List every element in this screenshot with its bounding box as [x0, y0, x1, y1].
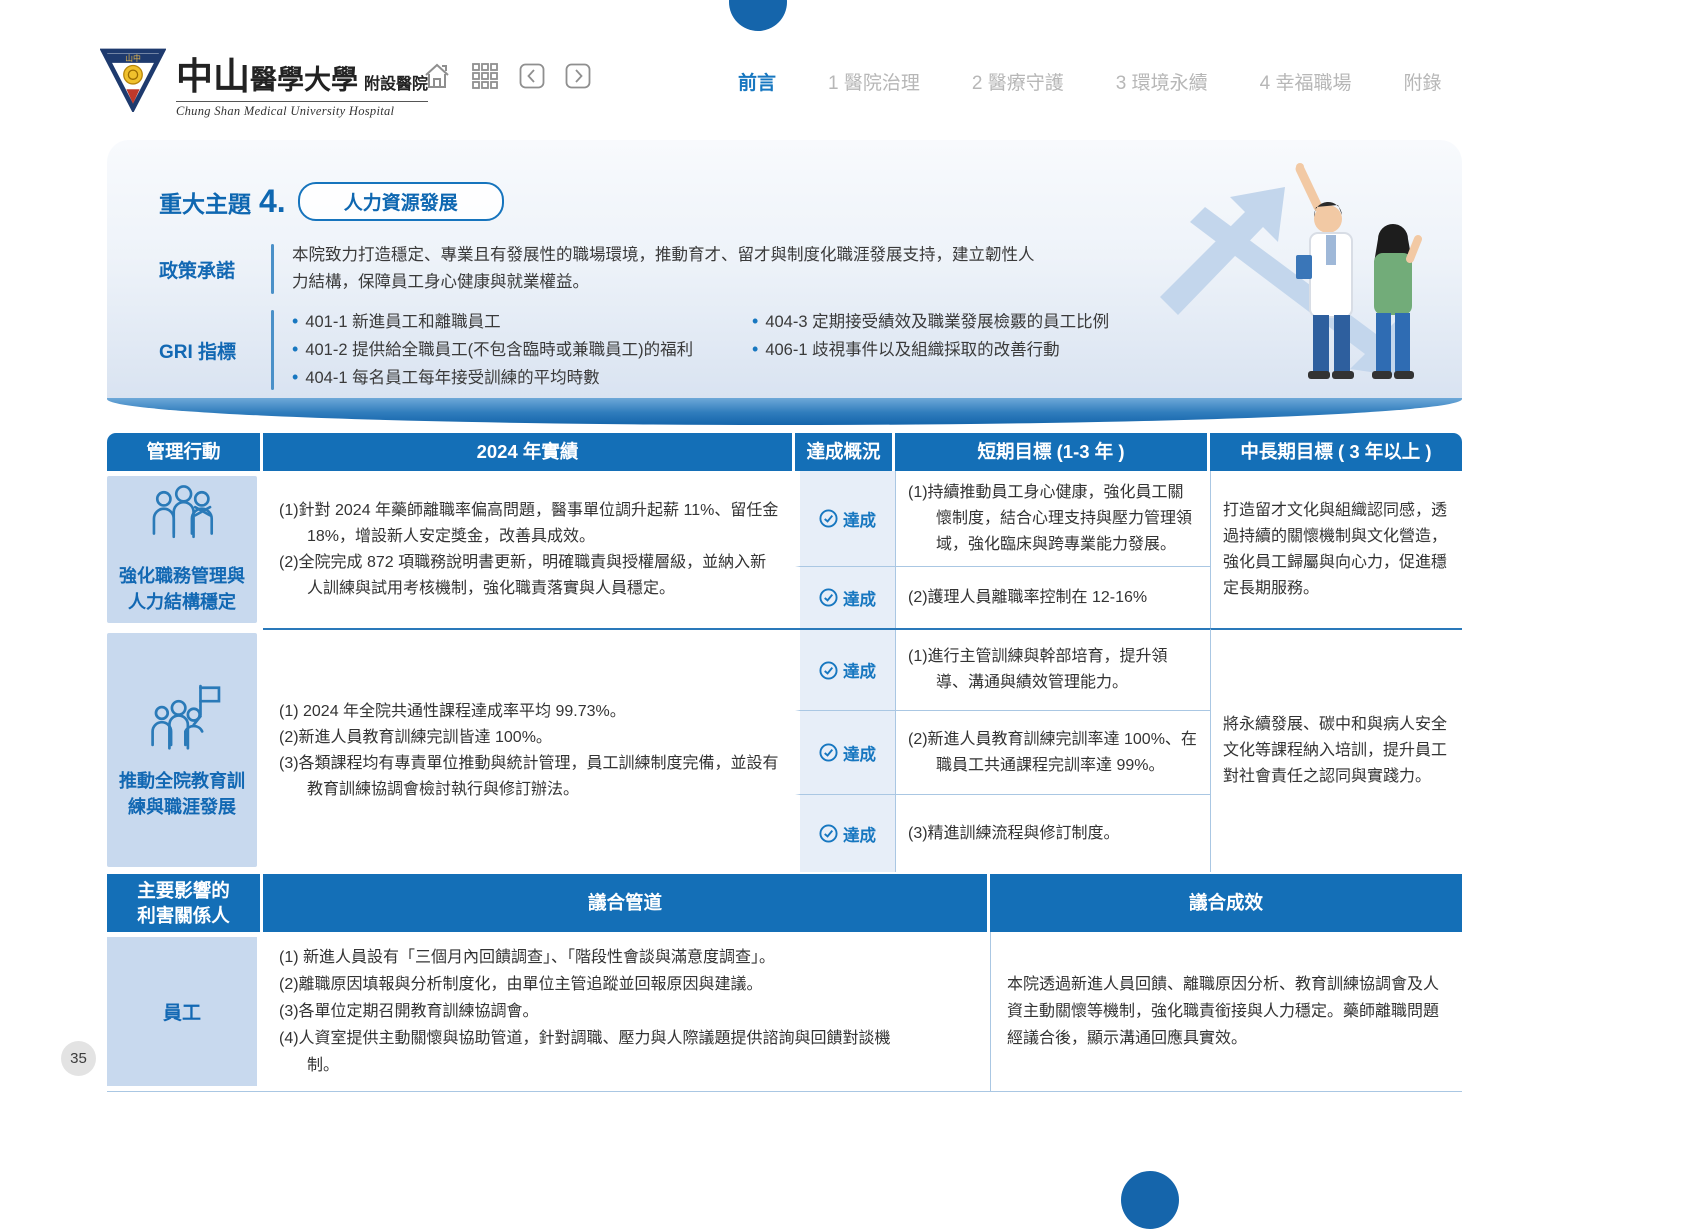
- hospital-logo: 山中 中山醫學大學附設醫院 Chung Shan Medical Univers…: [100, 46, 428, 119]
- divider: [271, 310, 274, 390]
- long-term-goal-cell: 將永續發展、碳中和與病人安全文化等課程納入培訓，提升員工對社會責任之認同與實踐力…: [1210, 628, 1462, 872]
- action-cell-training-development: 推動全院教育訓練與職涯發展: [107, 633, 257, 867]
- bullet-icon: •: [292, 311, 298, 331]
- people-group-icon: [140, 484, 224, 555]
- bullet-icon: •: [752, 339, 758, 359]
- topic-pill: 人力資源發展: [298, 182, 504, 221]
- short-term-goal-cell: (2)護理人員離職率控制在 12-16%: [895, 566, 1210, 628]
- nav-tab-appendix[interactable]: 附錄: [1403, 68, 1441, 95]
- short-term-goal-cell: (1)進行主管訓練與幹部培育，提升領導、溝通與績效管理能力。: [895, 630, 1210, 710]
- short-term-goal-cell: (3)精進訓練流程與修訂制度。: [895, 794, 1210, 872]
- home-icon[interactable]: [423, 62, 451, 95]
- table1-header-row: 管理行動 2024 年實績 達成概況 短期目標 (1-3 年 ) 中長期目標 (…: [107, 433, 1462, 471]
- bottom-edge-tab: [1121, 1171, 1179, 1229]
- table-row: 強化職務管理與人力結構穩定 (1)針對 2024 年藥師離職率偏高問題，醫事單位…: [107, 471, 1462, 628]
- achievements-cell: (1)針對 2024 年藥師離職率偏高問題，醫事單位調升起薪 11%、留任金 1…: [263, 471, 795, 628]
- col-header-stakeholders: 主要影響的 利害關係人: [107, 874, 263, 932]
- divider: [271, 244, 274, 294]
- management-action-table: 管理行動 2024 年實績 達成概況 短期目標 (1-3 年 ) 中長期目標 (…: [107, 433, 1462, 872]
- gri-item: •406-1 歧視事件以及組織採取的改善行動: [752, 336, 1172, 364]
- gri-item: •401-2 提供給全職員工(不包含臨時或兼職員工)的福利: [292, 336, 752, 364]
- action-label: 推動全院教育訓練與職涯發展: [107, 768, 257, 820]
- logo-english-name: Chung Shan Medical University Hospital: [176, 101, 428, 119]
- chevron-left-icon[interactable]: [519, 63, 545, 94]
- table-row: 推動全院教育訓練與職涯發展 (1) 2024 年全院共通性課程達成率平均 99.…: [107, 628, 1462, 872]
- table-row: 員工 (1) 新進人員設有「三個月內回饋調查」、「階段性會談與滿意度調查」。 (…: [107, 932, 1462, 1092]
- nav-tab-workplace[interactable]: 4 幸福職場: [1260, 68, 1352, 95]
- topic-title: 重大主題 4. 人力資源發展: [159, 182, 504, 221]
- policy-commitment-text: 本院致力打造穩定、專業且有發展性的職場環境，推動育才、留才與制度化職涯發展支持，…: [292, 242, 1050, 296]
- short-term-goal-cell: (2)新進人員教育訓練完訓率達 100%、在職員工共通課程完訓率達 99%。: [895, 710, 1210, 794]
- hospital-pennant-icon: 山中: [100, 48, 166, 117]
- chevron-right-icon[interactable]: [565, 63, 591, 94]
- bullet-icon: •: [292, 367, 298, 387]
- hero-bottom-band: [107, 398, 1462, 425]
- long-term-goal-cell: 打造留才文化與組織認同感，透過持續的關懷機制與文化營造，強化員工歸屬與向心力，促…: [1210, 471, 1462, 628]
- logo-chinese-name: 中山醫學大學附設醫院: [176, 46, 428, 100]
- status-cell: 達成: [795, 630, 895, 710]
- policy-commitment-label: 政策承諾: [159, 256, 271, 283]
- topic-number: 4.: [259, 183, 286, 220]
- svg-text:山中: 山中: [125, 53, 141, 63]
- status-badge: 達成: [819, 507, 876, 531]
- status-badge: 達成: [819, 658, 876, 682]
- grid-menu-icon[interactable]: [471, 62, 499, 95]
- doctor-figure: [1296, 163, 1354, 379]
- status-cell: 達成: [795, 794, 895, 872]
- status-badge: 達成: [819, 586, 876, 610]
- col-header-status: 達成概況: [795, 433, 895, 471]
- top-edge-tab: [729, 0, 787, 31]
- achievements-cell: (1) 2024 年全院共通性課程達成率平均 99.73%。 (2)新進人員教育…: [263, 628, 795, 872]
- table2-header-row: 主要影響的 利害關係人 議合管道 議合成效: [107, 874, 1462, 932]
- stakeholder-engagement-table: 主要影響的 利害關係人 議合管道 議合成效 員工 (1) 新進人員設有「三個月內…: [107, 874, 1462, 1092]
- short-term-goal-cell: (1)持續推動員工身心健康，強化員工關懷制度，結合心理支持與壓力管理領域，強化臨…: [895, 471, 1210, 566]
- gri-indicators-label: GRI 指標: [159, 337, 271, 364]
- action-cell-job-management: 強化職務管理與人力結構穩定: [107, 476, 257, 623]
- gri-item: •401-1 新進員工和離職員工: [292, 308, 752, 336]
- action-label: 強化職務管理與人力結構穩定: [107, 563, 257, 615]
- engagement-channels-cell: (1) 新進人員設有「三個月內回饋調查」、「階段性會談與滿意度調查」。 (2)離…: [263, 932, 990, 1091]
- col-header-short-term-goals: 短期目標 (1-3 年 ): [895, 433, 1210, 471]
- col-header-long-term-goals: 中長期目標 ( 3 年以上 ): [1210, 433, 1462, 471]
- status-badge: 達成: [819, 822, 876, 846]
- status-cell: 達成: [795, 710, 895, 794]
- topic-hero-section: 重大主題 4. 人力資源發展 政策承諾 本院致力打造穩定、專業且有發展性的職場環…: [107, 140, 1462, 425]
- woman-figure: [1372, 224, 1418, 379]
- nav-tab-governance[interactable]: 1 醫院治理: [828, 68, 920, 95]
- bullet-icon: •: [752, 311, 758, 331]
- gri-item: •404-3 定期接受績效及職業發展檢覈的員工比例: [752, 308, 1172, 336]
- gri-item: •404-1 每名員工每年接受訓練的平均時數: [292, 364, 752, 392]
- people-flag-icon: [140, 681, 224, 760]
- col-header-engagement-results: 議合成效: [990, 874, 1462, 932]
- people-illustration: [1150, 147, 1450, 392]
- status-cell: 達成: [795, 471, 895, 566]
- nav-tab-environment[interactable]: 3 環境永續: [1116, 68, 1208, 95]
- col-header-2024-results: 2024 年實績: [263, 433, 795, 471]
- topic-prefix: 重大主題: [159, 185, 251, 219]
- nav-tab-intro[interactable]: 前言: [738, 68, 776, 95]
- section-nav: 前言 1 醫院治理 2 醫療守護 3 環境永續 4 幸福職場 附錄: [738, 68, 1441, 95]
- status-badge: 達成: [819, 741, 876, 765]
- page-number: 35: [61, 1041, 96, 1076]
- nav-tab-medical-care[interactable]: 2 醫療守護: [972, 68, 1064, 95]
- status-cell: 達成: [795, 566, 895, 628]
- col-header-management-action: 管理行動: [107, 433, 263, 471]
- bullet-icon: •: [292, 339, 298, 359]
- stakeholder-cell-employees: 員工: [107, 937, 257, 1086]
- col-header-engagement-channels: 議合管道: [263, 874, 990, 932]
- engagement-results-cell: 本院透過新進人員回饋、離職原因分析、教育訓練協調會及人資主動關懷等機制，強化職責…: [990, 932, 1462, 1091]
